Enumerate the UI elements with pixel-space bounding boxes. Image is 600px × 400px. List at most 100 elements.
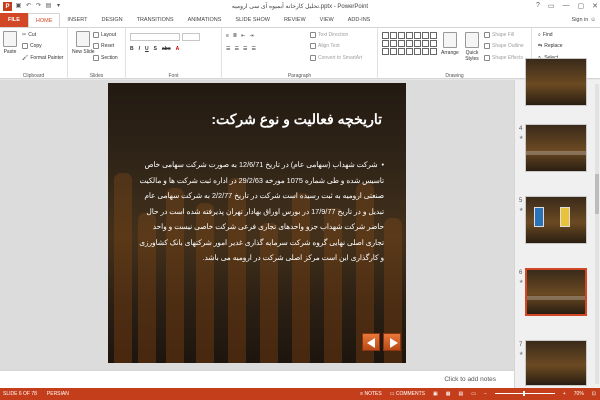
notes-pane[interactable]: Click to add notes [0,370,514,388]
convert-smartart-button[interactable]: Convert to SmartArt [310,55,362,61]
start-slideshow-icon[interactable]: ▤ [45,3,52,10]
bullet-icon: • [381,160,384,169]
tab-file[interactable]: FILE [0,13,28,27]
reset-label: Reset [101,43,115,49]
slide-body-text[interactable]: •شرکت شهداب (سهامی عام) در تاریخ 12/6/71… [136,157,384,266]
slideshow-view-icon[interactable]: ▭ [471,391,476,397]
numbering-icon[interactable]: ≣ [233,33,237,39]
replace-label: Replace [544,43,563,49]
tab-home[interactable]: HOME [27,13,61,27]
reset-button[interactable]: Reset [93,43,114,49]
ribbon-display-options-icon[interactable]: ▭ [548,2,555,10]
slide-thumbnail[interactable] [525,124,587,172]
find-label: Find [542,32,553,38]
arrange-label: Arrange [441,50,459,56]
tab-add-ins[interactable]: ADD-INS [341,13,378,27]
next-arrow-button[interactable] [383,333,401,351]
replace-button[interactable]: ⇆ Replace [538,43,563,49]
align-right-icon[interactable]: ☰ [243,46,247,52]
scrollbar-thumb[interactable] [595,174,599,214]
tab-animations[interactable]: ANIMATIONS [181,13,229,27]
zoom-in-icon[interactable]: + [563,391,566,397]
format-painter-button[interactable]: 🖌 Format Painter [22,55,63,61]
paste-icon [3,31,17,47]
underline-icon[interactable]: U [145,46,149,52]
shape-effects-button[interactable]: Shape Effects [484,55,523,61]
tab-review[interactable]: REVIEW [277,13,313,27]
sign-in-link[interactable]: Sign in ☺ [572,17,596,23]
close-icon[interactable]: ✕ [592,2,598,10]
align-center-icon[interactable]: ☰ [234,46,238,52]
shadow-icon[interactable]: S [154,46,157,52]
increase-indent-icon[interactable]: ⇥ [249,33,253,39]
align-text-button[interactable]: Align Text [310,43,340,49]
tab-transitions[interactable]: TRANSITIONS [130,13,181,27]
align-left-icon[interactable]: ☰ [226,46,230,52]
italic-icon[interactable]: I [139,46,140,52]
section-button[interactable]: Section [93,55,118,61]
find-button[interactable]: ⌕ Find [538,32,553,38]
pen-icon [484,43,490,49]
comments-toggle[interactable]: ▭ COMMENTS [390,391,425,397]
font-size-dropdown[interactable] [182,33,200,41]
cut-button[interactable]: ✂ Cut [22,32,36,38]
decrease-indent-icon[interactable]: ⇤ [241,33,245,39]
slide-title[interactable]: تاریخچه فعالیت و نوع شرکت: [211,111,382,128]
language-indicator[interactable]: PERSIAN [47,391,69,397]
fit-slide-icon[interactable]: ⊡ [592,391,596,397]
quick-styles-button[interactable]: Quick Styles [462,32,482,62]
reading-view-icon[interactable]: ▤ [458,391,463,397]
zoom-level[interactable]: 70% [574,391,584,397]
minimize-icon[interactable]: — [563,2,570,10]
layout-button[interactable]: Layout [93,32,116,38]
redo-icon[interactable]: ↷ [35,3,42,10]
maximize-icon[interactable]: ▢ [578,2,585,10]
quick-access-toolbar: P ▣ ↶ ↷ ▤ ▾ [0,2,62,11]
powerpoint-app-icon[interactable]: P [3,2,12,11]
slide-thumbnail-selected[interactable] [525,268,587,316]
undo-icon[interactable]: ↶ [25,3,32,10]
slide-thumbnail[interactable] [525,196,587,244]
save-icon[interactable]: ▣ [15,3,22,10]
copy-label: Copy [30,43,42,49]
sign-in-label: Sign in [571,17,589,23]
strikethrough-icon[interactable]: abc [162,46,171,52]
paint-bucket-icon [484,32,490,38]
thumbnail-scrollbar[interactable] [595,84,599,384]
tab-design[interactable]: DESIGN [95,13,130,27]
layout-label: Layout [101,32,117,38]
shape-outline-label: Shape Outline [492,43,524,49]
normal-view-icon[interactable]: ▣ [433,391,438,397]
notes-toggle[interactable]: ≡ NOTES [360,391,382,397]
zoom-slider[interactable] [494,391,555,396]
new-slide-button[interactable]: New Slide [72,31,95,55]
tab-insert[interactable]: INSERT [60,13,94,27]
slide-thumbnail[interactable] [525,58,587,106]
paste-button[interactable]: Paste [3,31,17,55]
bold-icon[interactable]: B [130,46,134,52]
font-name-dropdown[interactable] [130,33,180,41]
customize-qat-icon[interactable]: ▾ [55,3,62,10]
font-format-row: B I U S abc A [130,46,179,52]
shape-effects-label: Shape Effects [492,55,524,61]
justify-icon[interactable]: ☰ [251,46,255,52]
previous-arrow-button[interactable] [362,333,380,351]
bullets-icon[interactable]: ≡ [226,33,229,39]
zoom-out-icon[interactable]: − [484,391,487,397]
shape-fill-button[interactable]: Shape Fill [484,32,514,38]
new-slide-icon [76,31,91,47]
shape-outline-button[interactable]: Shape Outline [484,43,524,49]
notes-placeholder: Click to add notes [444,376,496,383]
section-label: Section [101,55,118,61]
current-slide[interactable]: تاریخچه فعالیت و نوع شرکت: •شرکت شهداب (… [108,83,406,363]
text-direction-button[interactable]: Text Direction [310,32,348,38]
slide-sorter-icon[interactable]: ▦ [446,391,451,397]
tab-view[interactable]: VIEW [313,13,341,27]
font-color-icon[interactable]: A [176,46,180,52]
arrange-button[interactable]: Arrange [441,32,459,56]
help-icon[interactable]: ? [536,2,540,10]
tab-slide-show[interactable]: SLIDE SHOW [228,13,277,27]
slide-thumbnail[interactable] [525,340,587,386]
shapes-gallery[interactable] [382,32,437,62]
copy-button[interactable]: Copy [22,43,42,49]
